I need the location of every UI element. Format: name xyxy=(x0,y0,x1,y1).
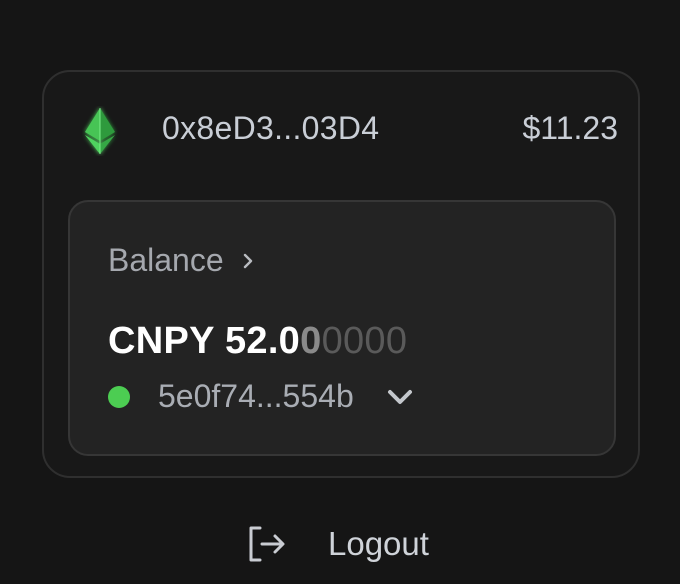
logout-label: Logout xyxy=(328,525,429,562)
key-address: 5e0f74...554b xyxy=(158,378,354,414)
token-balance: CNPY 52.000000 xyxy=(108,320,407,363)
status-dot xyxy=(108,385,130,408)
chevron-down-icon[interactable] xyxy=(384,386,416,408)
logout-button[interactable]: Logout xyxy=(244,522,429,566)
ethereum-icon xyxy=(85,108,115,154)
account-address[interactable]: 0x8eD3...03D4 xyxy=(162,110,379,147)
amount-secondary: 0 xyxy=(300,320,322,362)
account-row: 0x8eD3...03D4 $11.23 xyxy=(44,72,638,192)
wallet-card: 0x8eD3...03D4 $11.23 Balance CNPY 52.000… xyxy=(42,70,640,478)
balance-card[interactable]: Balance CNPY 52.000000 5e0f74...554b xyxy=(68,200,616,456)
logout-icon xyxy=(249,526,285,562)
amount-trailing-zeros: 0000 xyxy=(321,320,408,362)
amount-primary: 52.0 xyxy=(224,320,301,362)
wallet-panel: 0x8eD3...03D4 $11.23 Balance CNPY 52.000… xyxy=(0,0,680,584)
chevron-right-icon xyxy=(243,253,252,268)
token-symbol: CNPY xyxy=(108,320,215,362)
key-selector[interactable]: 5e0f74...554b xyxy=(108,378,416,415)
balance-label: Balance xyxy=(108,242,224,278)
balance-header[interactable]: Balance xyxy=(108,242,258,279)
usd-balance: $11.23 xyxy=(522,110,619,146)
